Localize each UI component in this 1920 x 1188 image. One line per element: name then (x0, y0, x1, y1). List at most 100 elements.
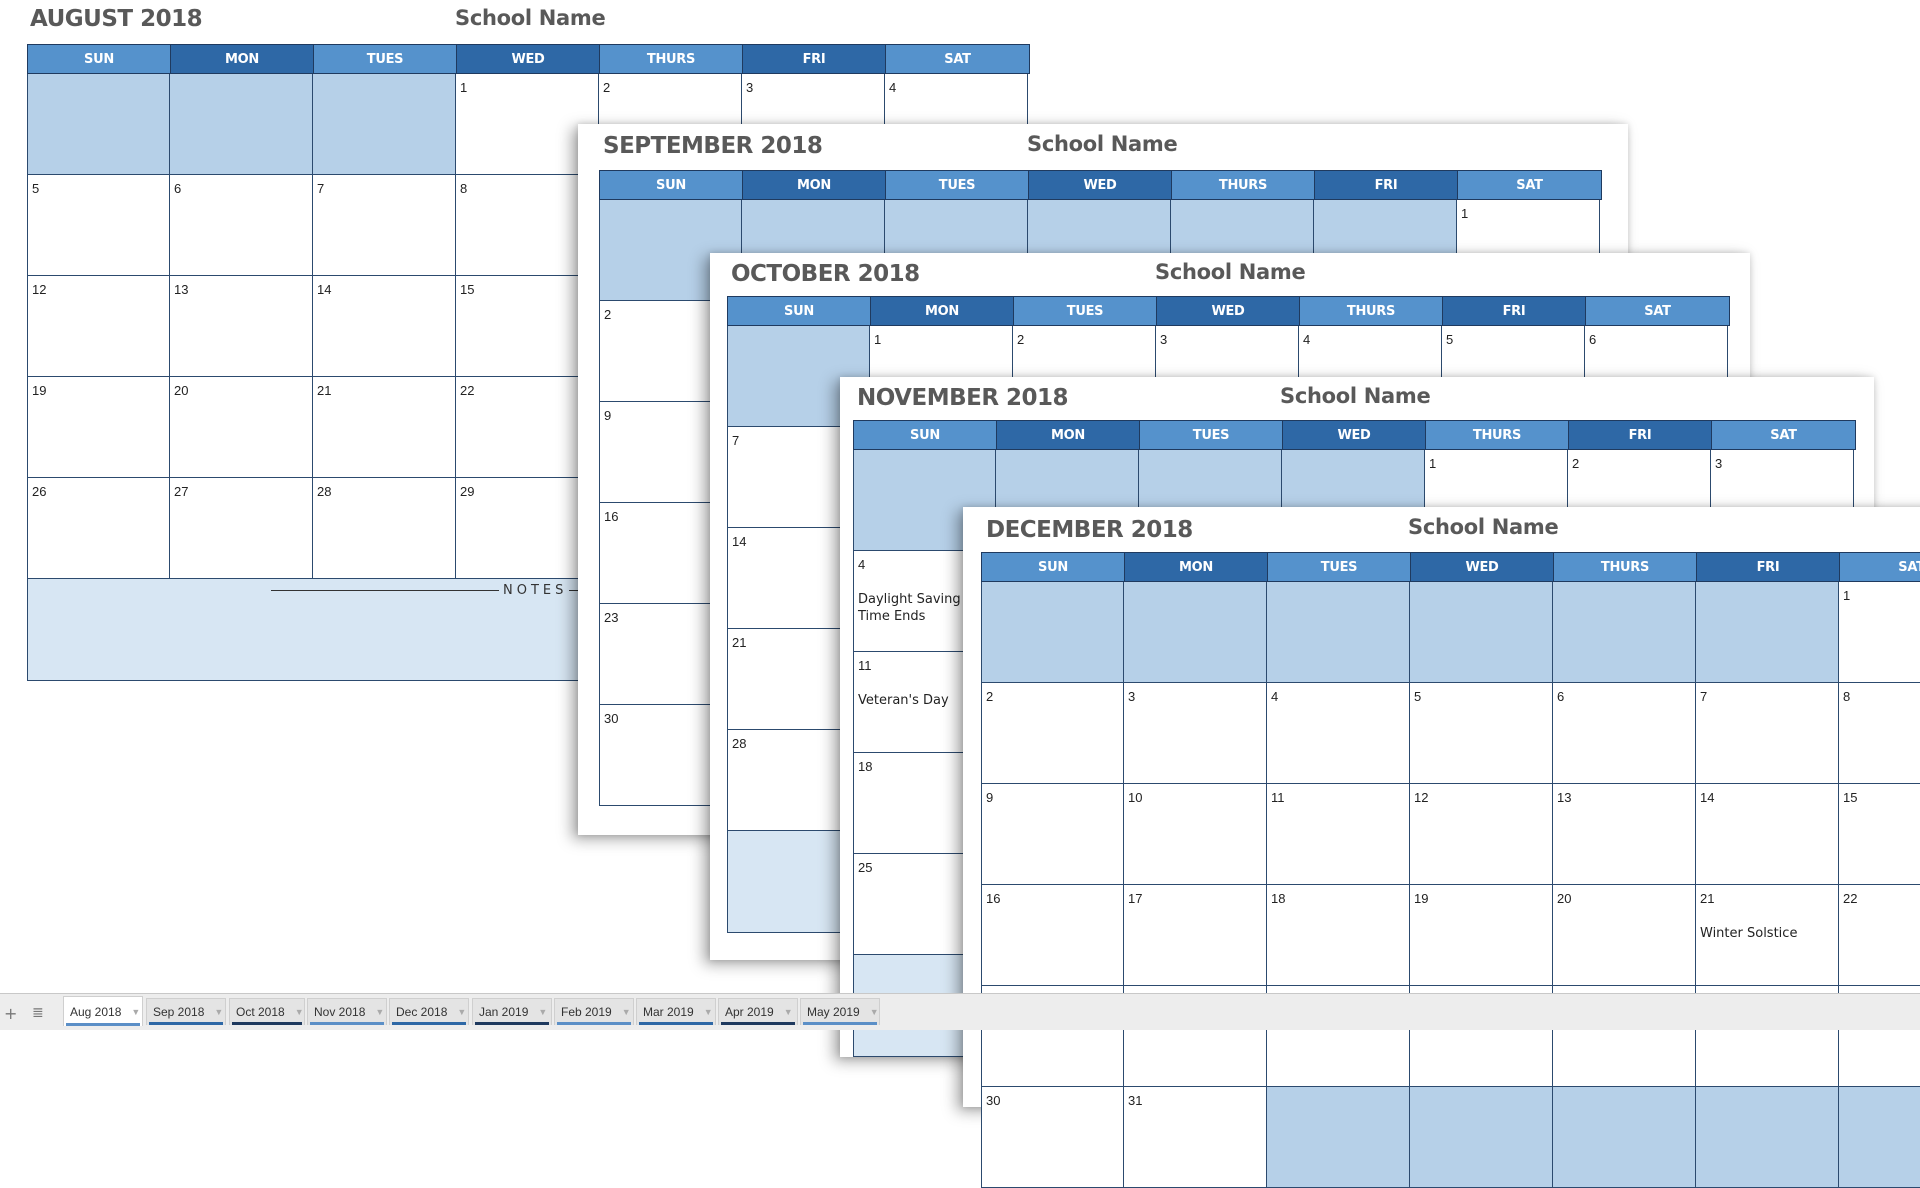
empty-day-cell[interactable] (1696, 582, 1839, 683)
sheet-tab[interactable]: Feb 2019 ▼ (554, 998, 634, 1025)
week-row: 2 3 4 5 6 7 8 (981, 683, 1920, 784)
day-cell[interactable]: 11 (1267, 784, 1410, 885)
empty-day-cell[interactable] (1410, 1087, 1553, 1188)
day-cell[interactable]: 28 (313, 478, 456, 579)
sheet-tab[interactable]: Mar 2019 ▼ (636, 998, 716, 1025)
weekday-mon: MON (997, 421, 1140, 449)
empty-day-cell[interactable] (1553, 1087, 1696, 1188)
sheet-tab[interactable]: Oct 2018 ▼ (229, 998, 305, 1025)
day-cell[interactable]: 12 (1410, 784, 1553, 885)
day-number: 12 (1414, 790, 1429, 805)
day-cell[interactable]: 15 (1839, 784, 1920, 885)
day-cell[interactable]: 5 (27, 175, 170, 276)
day-cell[interactable]: 20 (1553, 885, 1696, 986)
day-cell[interactable]: 17 (1124, 885, 1267, 986)
day-cell[interactable]: 14 (1696, 784, 1839, 885)
chevron-down-icon[interactable]: ▼ (870, 1007, 879, 1017)
day-number: 18 (1271, 891, 1286, 906)
day-cell[interactable]: 7 (1696, 683, 1839, 784)
sheet-tab-label: Jan 2019 (479, 1005, 529, 1019)
day-cell[interactable]: 22 (1839, 885, 1920, 986)
chevron-down-icon[interactable]: ▼ (784, 1007, 793, 1017)
day-cell[interactable]: 9 (981, 784, 1124, 885)
weekday-sat: SAT (1840, 553, 1920, 581)
day-cell[interactable]: 4 (1267, 683, 1410, 784)
chevron-down-icon[interactable]: ▼ (295, 1007, 304, 1017)
sheet-tab[interactable]: Aug 2018 ▼ (63, 996, 143, 1026)
month-title: SEPTEMBER 2018 (603, 133, 823, 159)
day-cell[interactable]: 8 (1839, 683, 1920, 784)
day-number: 17 (1128, 891, 1143, 906)
day-number: 22 (1843, 891, 1858, 906)
school-name: School Name (1408, 515, 1559, 539)
chevron-down-icon[interactable]: ▼ (375, 1007, 384, 1017)
empty-day-cell[interactable] (1410, 582, 1553, 683)
chevron-down-icon[interactable]: ▼ (622, 1007, 631, 1017)
day-cell[interactable]: 19 (27, 377, 170, 478)
day-number: 5 (1446, 332, 1454, 347)
day-number: 1 (460, 80, 468, 95)
empty-day-cell[interactable] (1553, 582, 1696, 683)
day-cell[interactable]: 2 (981, 683, 1124, 784)
day-cell[interactable]: 30 (981, 1087, 1124, 1188)
day-cell[interactable]: 13 (170, 276, 313, 377)
chevron-down-icon[interactable]: ▼ (131, 1007, 140, 1017)
day-number: 13 (174, 282, 189, 297)
tab-color-underline (149, 1022, 223, 1025)
sheet-tab[interactable]: Dec 2018 ▼ (389, 998, 469, 1025)
day-number: 3 (1160, 332, 1168, 347)
day-number: 21 (732, 635, 747, 650)
tab-color-underline (310, 1022, 384, 1025)
sheet-tab[interactable]: Nov 2018 ▼ (307, 998, 387, 1025)
day-cell[interactable]: 26 (27, 478, 170, 579)
day-cell[interactable]: 19 (1410, 885, 1553, 986)
sheet-tab[interactable]: Apr 2019 ▼ (718, 998, 798, 1025)
empty-day-cell[interactable] (1839, 1087, 1920, 1188)
day-cell[interactable]: 6 (170, 175, 313, 276)
chevron-down-icon[interactable]: ▼ (214, 1007, 223, 1017)
empty-day-cell[interactable] (1696, 1087, 1839, 1188)
chevron-down-icon[interactable]: ▼ (538, 1007, 547, 1017)
tab-color-underline (557, 1022, 631, 1025)
day-cell[interactable]: 20 (170, 377, 313, 478)
month-title: AUGUST 2018 (30, 6, 203, 32)
sheet-tab-label: Dec 2018 (396, 1005, 448, 1019)
week-row: 9 10 11 12 13 14 15 (981, 784, 1920, 885)
day-cell[interactable]: 21 Winter Solstice (1696, 885, 1839, 986)
chevron-down-icon[interactable]: ▼ (457, 1007, 466, 1017)
day-cell[interactable]: 6 (1553, 683, 1696, 784)
day-cell[interactable]: 5 (1410, 683, 1553, 784)
empty-day-cell[interactable] (981, 582, 1124, 683)
day-cell[interactable]: 1 (1839, 582, 1920, 683)
notes-text: NOTES (503, 583, 568, 598)
empty-day-cell[interactable] (1124, 582, 1267, 683)
day-number: 2 (603, 80, 611, 95)
day-cell[interactable]: 13 (1553, 784, 1696, 885)
day-cell[interactable]: 18 (1267, 885, 1410, 986)
day-cell[interactable]: 16 (981, 885, 1124, 986)
empty-day-cell[interactable] (170, 74, 313, 175)
add-sheet-icon[interactable]: + (4, 1004, 17, 1023)
sheet-tab[interactable]: Jan 2019 ▼ (472, 998, 552, 1025)
month-title: NOVEMBER 2018 (857, 385, 1069, 411)
sheet-list-icon[interactable]: ≣ (32, 1005, 44, 1021)
day-cell[interactable]: 3 (1124, 683, 1267, 784)
day-cell[interactable]: 31 (1124, 1087, 1267, 1188)
day-number: 23 (604, 610, 619, 625)
sheet-tab[interactable]: May 2019 ▼ (800, 998, 880, 1025)
day-cell[interactable]: 14 (313, 276, 456, 377)
empty-day-cell[interactable] (1267, 582, 1410, 683)
day-cell[interactable]: 7 (313, 175, 456, 276)
sheet-tab[interactable]: Sep 2018 ▼ (146, 998, 226, 1025)
day-cell[interactable]: 21 (313, 377, 456, 478)
empty-day-cell[interactable] (313, 74, 456, 175)
weekday-wed: WED (457, 45, 600, 73)
day-cell[interactable]: 10 (1124, 784, 1267, 885)
day-cell[interactable]: 27 (170, 478, 313, 579)
empty-day-cell[interactable] (27, 74, 170, 175)
tab-color-underline (803, 1022, 877, 1025)
day-number: 3 (1128, 689, 1136, 704)
day-cell[interactable]: 12 (27, 276, 170, 377)
chevron-down-icon[interactable]: ▼ (704, 1007, 713, 1017)
empty-day-cell[interactable] (1267, 1087, 1410, 1188)
